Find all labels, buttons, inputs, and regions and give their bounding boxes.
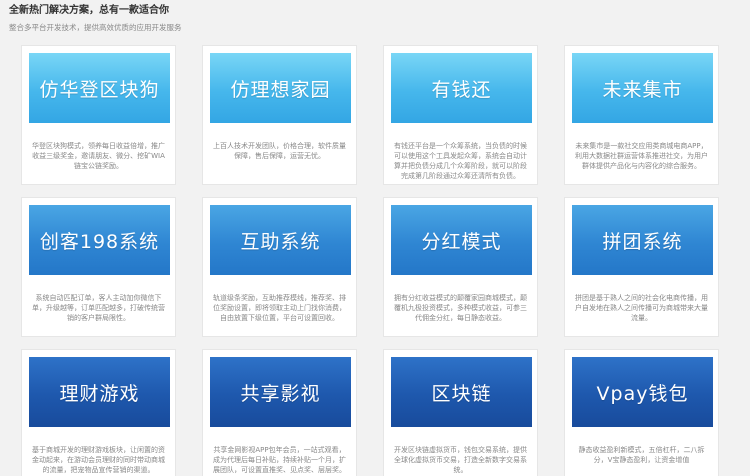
card-banner[interactable]: 共享影视: [210, 357, 351, 427]
card-banner[interactable]: Vpay钱包: [572, 357, 713, 427]
section-title: 全新热门解决方案，总有一款适合你: [9, 5, 169, 16]
card-fenhong[interactable]: 分红模式 拥有分红收益模式的颠覆家园商城模式，颠覆机九极投资模式，多种模式收益，…: [383, 197, 538, 337]
card-title: 仿华登区块狗: [39, 78, 160, 101]
card-banner[interactable]: 互助系统: [210, 205, 351, 275]
card-title: 创客198系统: [39, 230, 160, 253]
card-title: 互助系统: [240, 230, 321, 253]
card-description: 静态收益盈利新模式，五倍杠杆，二八拆分，V宝静态盈利，让资金增值: [578, 446, 705, 464]
card-title: 区块链: [431, 382, 492, 405]
card-title: 仿理想家园: [230, 78, 331, 101]
card-description: 轨道级条奖励，互助推荐模线，推荐奖、排位奖励设置，即将领取主动上门找你消费，自由…: [213, 294, 346, 322]
card-banner[interactable]: 拼团系统: [572, 205, 713, 275]
solutions-grid: 仿华登区块狗 华登区块狗模式，领养每日收益倍增，推广收益三级奖金，邀请朋友、微分…: [21, 45, 719, 476]
card-title: Vpay钱包: [596, 382, 689, 405]
card-weilai[interactable]: 未来集市 未来集市是一款社交应用类商城电商APP，利用大数据社群运营体系推进社交…: [564, 45, 719, 185]
section-header: 全新热门解决方案，总有一款适合你 整合多平台开发技术，提供高效优质的应用开发服务: [9, 4, 182, 33]
card-banner[interactable]: 仿理想家园: [210, 53, 351, 123]
card-title: 有钱还: [431, 78, 492, 101]
card-banner[interactable]: 未来集市: [572, 53, 713, 123]
card-description: 有钱还平台是一个众筹系统，当负债的时候可以使用这个工具发起众筹，系统会自动计算并…: [394, 142, 527, 180]
card-huzhu[interactable]: 互助系统 轨道级条奖励，互助推荐模线，推荐奖、排位奖励设置，即将领取主动上门找你…: [202, 197, 357, 337]
card-banner[interactable]: 理财游戏: [29, 357, 170, 427]
card-title: 理财游戏: [59, 382, 140, 405]
card-huadeng[interactable]: 仿华登区块狗 华登区块狗模式，领养每日收益倍增，推广收益三级奖金，邀请朋友、微分…: [21, 45, 176, 185]
card-lixiang[interactable]: 仿理想家园 上百人技术开发团队，价格合理，软件质量保障，售后保障，运营无忧。: [202, 45, 357, 185]
card-chuangke[interactable]: 创客198系统 系统自动匹配订单，客人主动加你微信下单，升级越等，订单匹配越多，…: [21, 197, 176, 337]
card-banner[interactable]: 创客198系统: [29, 205, 170, 275]
card-gongxiang[interactable]: 共享影视 共享金网影视APP包年会员，一站式观看，成为代理后每日补贴，持续补贴一…: [202, 349, 357, 476]
card-title: 共享影视: [240, 382, 321, 405]
card-description: 上百人技术开发团队，价格合理，软件质量保障，售后保障，运营无忧。: [213, 142, 346, 160]
card-description: 拼团是基于熟人之间的社会化电商传播，用户自发地在熟人之间传播可为商城带来大量流量…: [575, 294, 708, 322]
card-description: 基于商城开发的理财游戏板块，让闲置的资金动起来，在游动会员理财的同时带动商城的流…: [32, 446, 165, 474]
card-banner[interactable]: 区块链: [391, 357, 532, 427]
card-title: 分红模式: [421, 230, 502, 253]
card-vpay[interactable]: Vpay钱包 静态收益盈利新模式，五倍杠杆，二八拆分，V宝静态盈利，让资金增值: [564, 349, 719, 476]
card-pintuan[interactable]: 拼团系统 拼团是基于熟人之间的社会化电商传播，用户自发地在熟人之间传播可为商城带…: [564, 197, 719, 337]
card-banner[interactable]: 仿华登区块狗: [29, 53, 170, 123]
card-qukuailian[interactable]: 区块链 开发区块链虚拟货币，钱包交易系统，提供全球化虚拟货币交易，打造全新数字交…: [383, 349, 538, 476]
card-description: 系统自动匹配订单，客人主动加你微信下单，升级越等，订单匹配越多，打破传统营销的客…: [32, 294, 165, 322]
card-banner[interactable]: 分红模式: [391, 205, 532, 275]
card-title: 拼团系统: [602, 230, 683, 253]
card-description: 华登区块狗模式，领养每日收益倍增，推广收益三级奖金，邀请朋友、微分、挖矿WIA链…: [32, 142, 165, 170]
card-licai[interactable]: 理财游戏 基于商城开发的理财游戏板块，让闲置的资金动起来，在游动会员理财的同时带…: [21, 349, 176, 476]
card-banner[interactable]: 有钱还: [391, 53, 532, 123]
section-subtitle: 整合多平台开发技术，提供高效优质的应用开发服务: [9, 23, 182, 32]
card-description: 拥有分红收益模式的颠覆家园商城模式，颠覆机九极投资模式，多种模式收益，可参三代佣…: [394, 294, 527, 322]
card-description: 共享金网影视APP包年会员，一站式观看，成为代理后每日补贴，持续补贴一个月，扩展…: [213, 446, 346, 474]
card-youqianhuan[interactable]: 有钱还 有钱还平台是一个众筹系统，当负债的时候可以使用这个工具发起众筹，系统会自…: [383, 45, 538, 185]
card-description: 开发区块链虚拟货币，钱包交易系统，提供全球化虚拟货币交易，打造全新数字交易系统。: [394, 446, 527, 474]
card-description: 未来集市是一款社交应用类商城电商APP，利用大数据社群运营体系推进社交，为用户群…: [575, 142, 708, 170]
card-title: 未来集市: [602, 78, 683, 101]
